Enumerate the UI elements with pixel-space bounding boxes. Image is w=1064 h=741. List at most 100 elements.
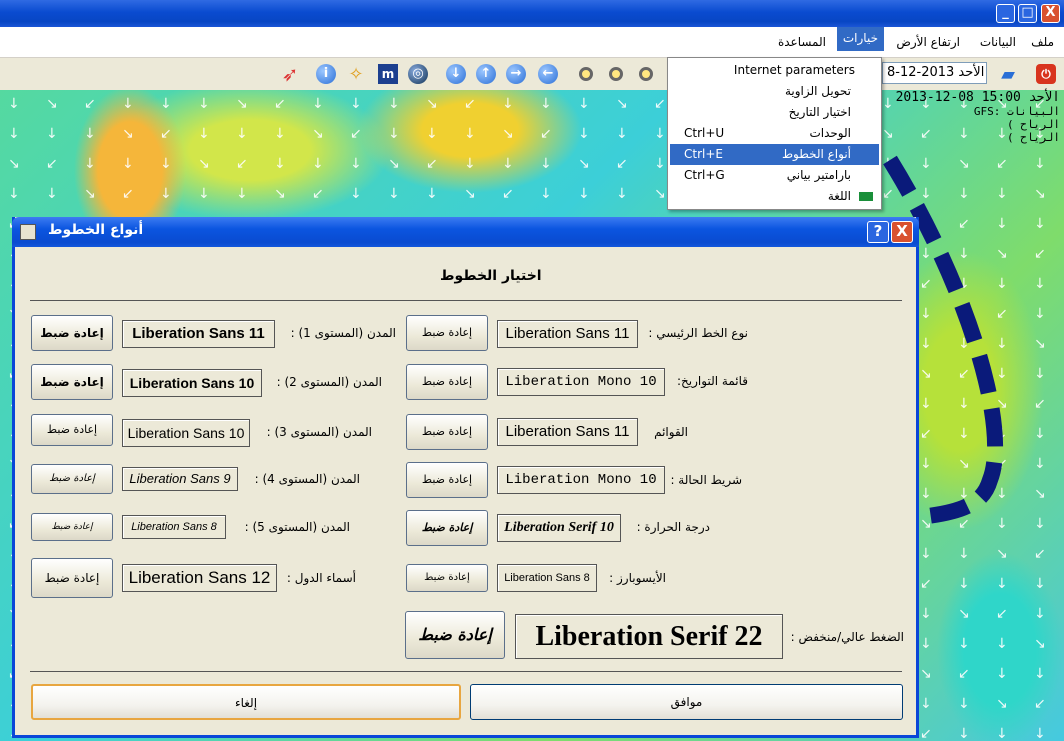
wind-arrow: ↘ [616, 96, 628, 112]
info-source: البيانات :GFS [973, 105, 1060, 118]
ok-button[interactable]: موافق [470, 684, 903, 720]
wind-arrow: ↓ [160, 186, 172, 202]
label-status-bar: شريط الحالة : [670, 473, 742, 487]
arrow-up-icon[interactable]: ↑ [474, 62, 498, 86]
wind-arrow: ↓ [426, 186, 438, 202]
globe-icon[interactable]: ◎ [406, 62, 430, 86]
zoom-fit-icon[interactable] [574, 62, 598, 86]
wind-arrow: ↓ [8, 126, 20, 142]
font-isobars[interactable]: Liberation Sans 8 [497, 564, 597, 592]
menu-options[interactable]: خيارات [836, 27, 884, 51]
close-window-button[interactable]: X [1041, 4, 1060, 23]
dd-internet-parameters[interactable]: Internet parameters [670, 60, 879, 81]
wind-arrow: ↘ [388, 156, 400, 172]
wind-arrow: ↙ [1034, 696, 1046, 712]
dialog-title: أنواع الخطوط [48, 222, 144, 238]
label-cities-4: المدن (المستوى 4) : [254, 472, 360, 486]
font-cities-3[interactable]: Liberation Sans 10 [122, 419, 250, 447]
reset-cities-4-button[interactable]: إعادة ضبط [31, 464, 113, 494]
font-cities-2[interactable]: Liberation Sans 10 [122, 369, 262, 397]
arrow-left-icon[interactable]: ← [536, 62, 560, 86]
wind-arrow: ↘ [84, 186, 96, 202]
m-icon[interactable]: m [376, 62, 400, 86]
font-cities-4[interactable]: Liberation Sans 9 [122, 467, 238, 491]
arrow-right-icon[interactable]: → [504, 62, 528, 86]
font-cities-1[interactable]: Liberation Sans 11 [122, 320, 275, 348]
wind-arrow: ↓ [996, 726, 1008, 741]
compass-icon[interactable]: ✧ [344, 62, 368, 86]
reset-cities-5-button[interactable]: إعادة ضبط [31, 513, 113, 541]
font-main[interactable]: Liberation Sans 11 [497, 320, 638, 348]
rocket-icon[interactable]: ➶ [278, 62, 302, 86]
reset-isobars-button[interactable]: إعادة ضبط [406, 564, 488, 592]
label-pressure: الضغط عالي/منخفض : [790, 630, 904, 644]
menu-data[interactable]: البيانات [974, 33, 1022, 51]
maximize-button[interactable]: □ [1018, 4, 1037, 23]
reset-temperature-button[interactable]: إعادة ضبط [406, 510, 488, 546]
power-icon[interactable]: ⏻ [1034, 62, 1058, 86]
arrow-down-icon[interactable]: ↓ [444, 62, 468, 86]
wind-arrow: ↘ [312, 126, 324, 142]
reset-cities-1-button[interactable]: إعادة ضبط [31, 315, 113, 351]
dd-angle-conversion[interactable]: تحويل الزاوية [670, 81, 879, 102]
date-select[interactable]: 8-12-2013 الأحد [882, 62, 987, 84]
zoom-out-icon[interactable] [634, 62, 658, 86]
dialog-close-button[interactable]: X [891, 221, 913, 243]
wind-arrow: ↓ [8, 96, 20, 112]
minimize-button[interactable]: _ [996, 4, 1015, 23]
wind-arrow: ↘ [578, 156, 590, 172]
cancel-button[interactable]: إلغاء [31, 684, 461, 720]
wind-arrow: ↙ [920, 726, 932, 741]
info-wind-1: الرياح ) [1007, 118, 1060, 131]
label-cities-1: المدن (المستوى 1) : [290, 326, 396, 340]
font-menus[interactable]: Liberation Sans 11 [497, 418, 638, 446]
wind-arrow: ↙ [1034, 246, 1046, 262]
info-date: الأحد 15:00 08-12-2013 [895, 90, 1060, 105]
reset-status-bar-button[interactable]: إعادة ضبط [406, 462, 488, 498]
font-cities-5[interactable]: Liberation Sans 8 [122, 515, 226, 539]
wind-arrow: ↓ [616, 186, 628, 202]
reset-main-font-button[interactable]: إعادة ضبط [406, 315, 488, 351]
wind-arrow: ↓ [274, 156, 286, 172]
wind-arrow: ↘ [654, 186, 666, 202]
zoom-in-icon[interactable] [604, 62, 628, 86]
label-isobars: الأيسوبارز : [609, 571, 666, 585]
wind-arrow: ↙ [426, 156, 438, 172]
wind-arrow: ↓ [1034, 156, 1046, 172]
wind-arrow: ↓ [1034, 366, 1046, 382]
wind-arrow: ↓ [920, 636, 932, 652]
reset-country-names-button[interactable]: إعادة ضبط [31, 558, 113, 598]
wind-arrow: ↘ [1034, 336, 1046, 352]
reset-pressure-button[interactable]: إعادة ضبط [405, 611, 505, 659]
reset-date-list-button[interactable]: إعادة ضبط [406, 364, 488, 400]
info-icon[interactable]: i [314, 62, 338, 86]
info-wind-2: الرياح ) [1007, 131, 1060, 144]
font-pressure[interactable]: Liberation Serif 22 [515, 614, 783, 659]
wind-arrow: ↓ [388, 186, 400, 202]
wind-arrow: ↙ [540, 126, 552, 142]
font-date-list[interactable]: Liberation Mono 10 [497, 368, 665, 396]
reset-cities-2-button[interactable]: إعادة ضبط [31, 364, 113, 400]
reset-cities-3-button[interactable]: إعادة ضبط [31, 414, 113, 446]
wind-arrow: ↓ [958, 636, 970, 652]
wind-arrow: ↓ [388, 96, 400, 112]
wind-arrow: ↓ [502, 156, 514, 172]
dd-date-select[interactable]: اختيار التاريخ [670, 102, 879, 123]
menu-help[interactable]: المساعدة [772, 33, 832, 51]
menu-file[interactable]: ملف [1025, 33, 1060, 51]
wind-arrow: ↘ [236, 96, 248, 112]
open-folder-icon[interactable]: ▰ [996, 62, 1020, 86]
reset-menus-button[interactable]: إعادة ضبط [406, 414, 488, 450]
wind-arrow: ↙ [502, 186, 514, 202]
wind-arrow: ↓ [350, 96, 362, 112]
wind-arrow: ↓ [198, 186, 210, 202]
menu-elevation[interactable]: ارتفاع الأرض [890, 33, 966, 51]
font-temperature[interactable]: Liberation Serif 10 [497, 514, 621, 542]
font-country-names[interactable]: Liberation Sans 12 [122, 564, 277, 592]
wind-arrow: ↓ [920, 696, 932, 712]
dd-units[interactable]: Ctrl+U الوحدات [670, 123, 879, 144]
font-status-bar[interactable]: Liberation Mono 10 [497, 466, 665, 494]
wind-arrow: ↘ [958, 606, 970, 622]
wind-arrow: ↘ [464, 186, 476, 202]
help-button[interactable]: ? [867, 221, 889, 243]
